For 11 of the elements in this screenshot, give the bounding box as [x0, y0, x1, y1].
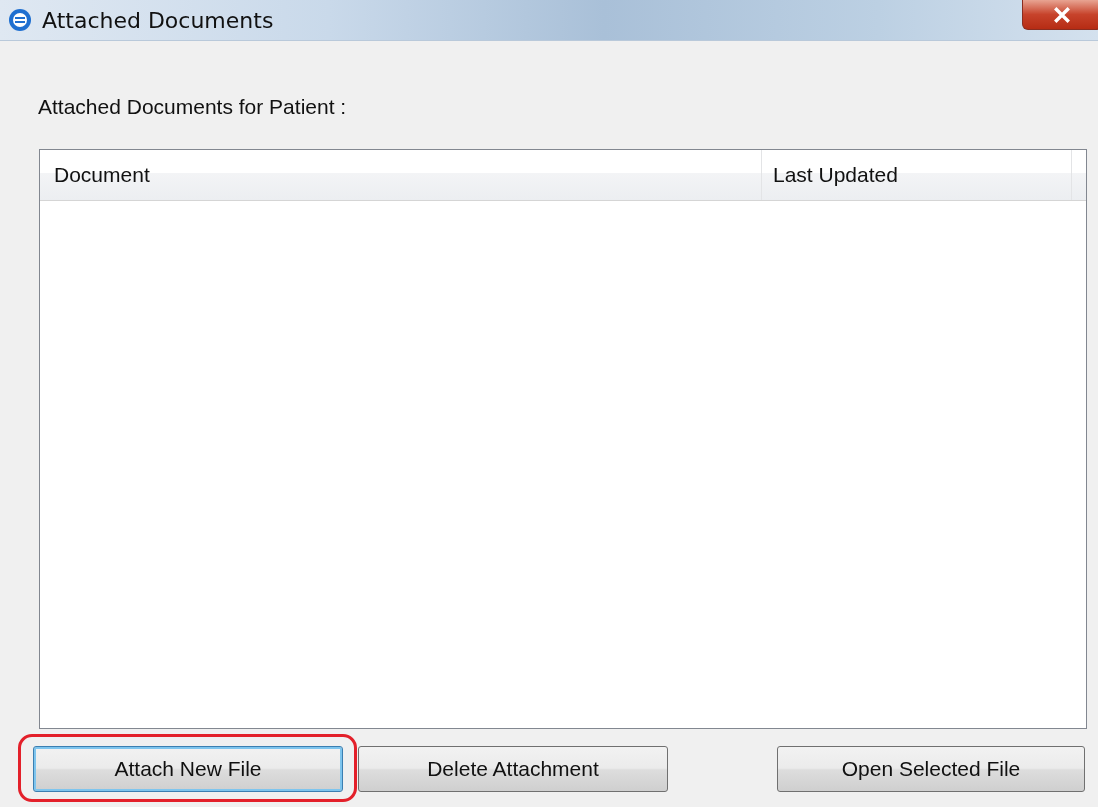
app-icon	[8, 8, 32, 32]
window-title: Attached Documents	[42, 7, 274, 33]
patient-label: Attached Documents for Patient :	[38, 95, 348, 120]
action-button[interactable]: Attach New File	[33, 746, 343, 792]
action-button[interactable]: Open Selected File	[777, 746, 1085, 792]
close-button[interactable]	[1022, 0, 1098, 30]
action-button[interactable]: Delete Attachment	[358, 746, 668, 792]
column-header[interactable]: Document	[40, 150, 762, 200]
close-icon	[1053, 6, 1071, 23]
column-header[interactable]: Last Updated	[762, 150, 1072, 200]
documents-list[interactable]: Document Last Updated	[39, 149, 1087, 729]
